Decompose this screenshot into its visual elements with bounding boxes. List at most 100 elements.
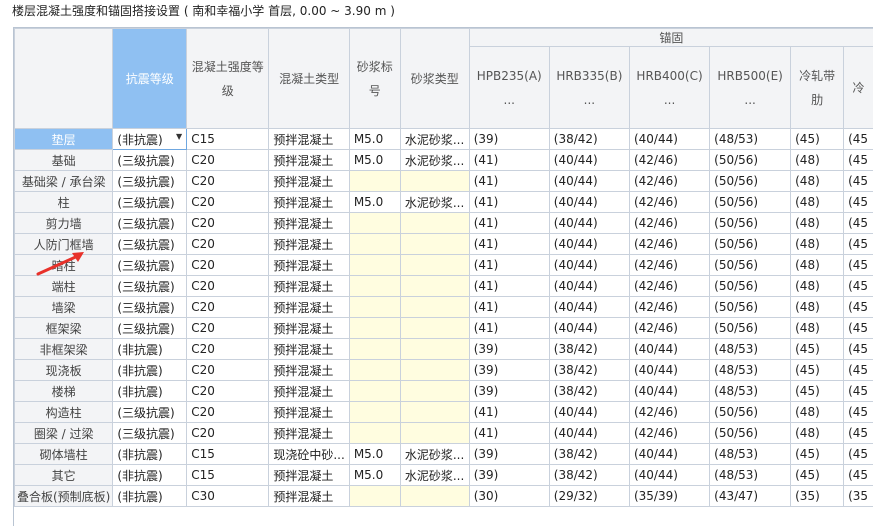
mortar-grade-cell[interactable]: M5.0 — [349, 129, 400, 150]
mortar-grade-cell[interactable] — [349, 402, 400, 423]
anchor-cell[interactable]: (40/44) — [629, 339, 709, 360]
mortar-grade-cell[interactable] — [349, 486, 400, 507]
anchor-col-header[interactable]: HRB335(B) ... — [549, 47, 629, 129]
seismic-cell[interactable]: (非抗震)▼ — [113, 129, 187, 150]
mortar-type-cell[interactable] — [400, 339, 469, 360]
concrete-type-cell[interactable]: 预拌混凝土 — [269, 129, 349, 150]
anchor-cell[interactable]: (45 — [844, 360, 873, 381]
anchor-cell[interactable]: (50/56) — [710, 171, 791, 192]
anchor-cell[interactable]: (45) — [791, 339, 844, 360]
anchor-cell[interactable]: (50/56) — [710, 276, 791, 297]
anchor-cell[interactable]: (48) — [791, 171, 844, 192]
anchor-cell[interactable]: (40/44) — [549, 255, 629, 276]
row-header[interactable]: 基础 — [15, 150, 113, 171]
seismic-cell[interactable]: (三级抗震) — [113, 150, 187, 171]
row-header[interactable]: 人防门框墙 — [15, 234, 113, 255]
anchor-cell[interactable]: (35) — [791, 486, 844, 507]
anchor-cell[interactable]: (50/56) — [710, 213, 791, 234]
seismic-cell[interactable]: (非抗震) — [113, 444, 187, 465]
anchor-cell[interactable]: (48) — [791, 213, 844, 234]
row-header[interactable]: 非框架梁 — [15, 339, 113, 360]
row-header[interactable]: 柱 — [15, 192, 113, 213]
anchor-cell[interactable]: (48/53) — [710, 444, 791, 465]
seismic-header[interactable]: 抗震等级 — [113, 29, 187, 129]
anchor-cell[interactable]: (48) — [791, 423, 844, 444]
anchor-cell[interactable]: (38/42) — [549, 360, 629, 381]
anchor-cell[interactable]: (39) — [469, 339, 549, 360]
anchor-cell[interactable]: (45 — [844, 402, 873, 423]
row-header[interactable]: 楼梯 — [15, 381, 113, 402]
mortar-type-cell[interactable] — [400, 276, 469, 297]
anchor-cell[interactable]: (50/56) — [710, 297, 791, 318]
anchor-cell[interactable]: (42/46) — [629, 276, 709, 297]
anchor-cell[interactable]: (50/56) — [710, 255, 791, 276]
mortar-grade-cell[interactable] — [349, 255, 400, 276]
mortar-type-header[interactable]: 砂浆类型 — [400, 29, 469, 129]
anchor-cell[interactable]: (41) — [469, 402, 549, 423]
anchor-cell[interactable]: (48/53) — [710, 129, 791, 150]
anchor-cell[interactable]: (40/44) — [549, 192, 629, 213]
anchor-cell[interactable]: (50/56) — [710, 192, 791, 213]
row-header[interactable]: 现浇板 — [15, 360, 113, 381]
concrete-type-cell[interactable]: 预拌混凝土 — [269, 486, 349, 507]
anchor-cell[interactable]: (48) — [791, 150, 844, 171]
anchor-cell[interactable]: (40/44) — [549, 276, 629, 297]
anchor-cell[interactable]: (39) — [469, 444, 549, 465]
anchor-cell[interactable]: (50/56) — [710, 234, 791, 255]
anchor-cell[interactable]: (42/46) — [629, 192, 709, 213]
anchor-cell[interactable]: (48) — [791, 234, 844, 255]
concrete-grade-cell[interactable]: C20 — [187, 423, 269, 444]
anchor-cell[interactable]: (40/44) — [629, 444, 709, 465]
anchor-cell[interactable]: (48/53) — [710, 360, 791, 381]
anchor-cell[interactable]: (45) — [791, 444, 844, 465]
anchor-cell[interactable]: (42/46) — [629, 171, 709, 192]
anchor-cell[interactable]: (42/46) — [629, 423, 709, 444]
mortar-grade-cell[interactable] — [349, 318, 400, 339]
concrete-grade-cell[interactable]: C15 — [187, 129, 269, 150]
row-header[interactable]: 基础梁 / 承台梁 — [15, 171, 113, 192]
anchor-cell[interactable]: (50/56) — [710, 423, 791, 444]
anchor-cell[interactable]: (42/46) — [629, 297, 709, 318]
mortar-grade-cell[interactable]: M5.0 — [349, 444, 400, 465]
anchor-cell[interactable]: (41) — [469, 255, 549, 276]
concrete-grade-cell[interactable]: C20 — [187, 171, 269, 192]
seismic-cell[interactable]: (三级抗震) — [113, 255, 187, 276]
anchor-cell[interactable]: (43/47) — [710, 486, 791, 507]
row-header[interactable]: 砌体墙柱 — [15, 444, 113, 465]
mortar-type-cell[interactable] — [400, 213, 469, 234]
anchor-cell[interactable]: (41) — [469, 171, 549, 192]
anchor-cell[interactable]: (38/42) — [549, 129, 629, 150]
mortar-type-cell[interactable] — [400, 423, 469, 444]
seismic-cell[interactable]: (非抗震) — [113, 339, 187, 360]
anchor-cell[interactable]: (35 — [844, 486, 873, 507]
concrete-grade-cell[interactable]: C20 — [187, 234, 269, 255]
mortar-type-cell[interactable]: 水泥砂浆... — [400, 129, 469, 150]
concrete-type-cell[interactable]: 预拌混凝土 — [269, 402, 349, 423]
anchor-cell[interactable]: (45 — [844, 339, 873, 360]
anchor-cell[interactable]: (40/44) — [549, 318, 629, 339]
mortar-type-cell[interactable] — [400, 297, 469, 318]
mortar-type-cell[interactable] — [400, 234, 469, 255]
anchor-cell[interactable]: (41) — [469, 192, 549, 213]
concrete-type-cell[interactable]: 预拌混凝土 — [269, 465, 349, 486]
anchor-cell[interactable]: (42/46) — [629, 150, 709, 171]
anchor-cell[interactable]: (41) — [469, 423, 549, 444]
anchor-cell[interactable]: (48) — [791, 318, 844, 339]
concrete-grade-cell[interactable]: C15 — [187, 444, 269, 465]
anchor-cell[interactable]: (40/44) — [549, 297, 629, 318]
anchor-cell[interactable]: (38/42) — [549, 339, 629, 360]
concrete-grade-cell[interactable]: C30 — [187, 486, 269, 507]
anchor-col-header[interactable]: 冷轧带肋 — [791, 47, 844, 129]
anchor-cell[interactable]: (42/46) — [629, 213, 709, 234]
concrete-grade-cell[interactable]: C20 — [187, 339, 269, 360]
anchor-cell[interactable]: (41) — [469, 276, 549, 297]
mortar-type-cell[interactable] — [400, 255, 469, 276]
anchor-col-header[interactable]: 冷 — [844, 47, 873, 129]
concrete-type-cell[interactable]: 预拌混凝土 — [269, 213, 349, 234]
concrete-type-cell[interactable]: 预拌混凝土 — [269, 381, 349, 402]
seismic-cell[interactable]: (三级抗震) — [113, 276, 187, 297]
anchor-cell[interactable]: (40/44) — [629, 465, 709, 486]
chevron-down-icon[interactable]: ▼ — [176, 132, 182, 141]
anchor-cell[interactable]: (48) — [791, 297, 844, 318]
anchor-col-header[interactable]: HRB500(E) ... — [710, 47, 791, 129]
